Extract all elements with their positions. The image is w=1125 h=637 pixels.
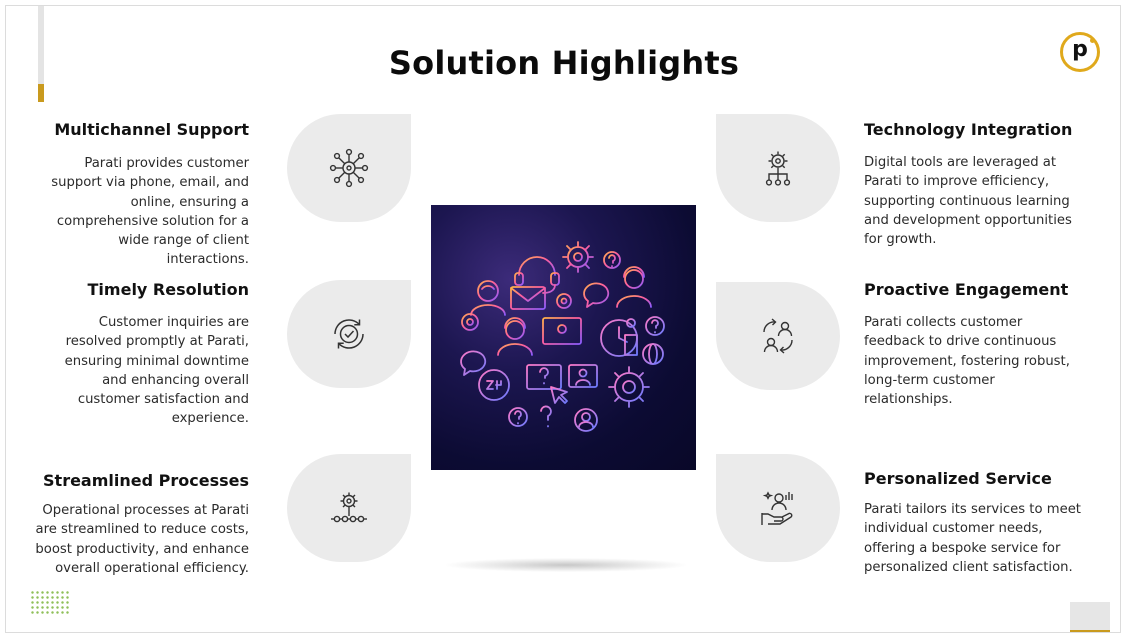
gear-workflow-icon <box>331 492 367 523</box>
logo-dot <box>1090 38 1095 43</box>
left-item-title-2: Timely Resolution <box>87 280 249 299</box>
decor-bar-gold <box>38 84 44 102</box>
check-cycle-icon <box>334 319 364 349</box>
customer-service-illustration <box>431 205 696 470</box>
leaf-multichannel <box>287 114 411 222</box>
leaf-timely <box>287 280 411 388</box>
right-item-title-1: Technology Integration <box>864 120 1073 139</box>
decor-dot-grid <box>30 590 70 616</box>
right-item-text-3: Parati tailors its services to meet indi… <box>864 502 1081 575</box>
left-item-text-1: Parati provides customer support via pho… <box>51 156 249 268</box>
right-item-text-1: Digital tools are leveraged at Parati to… <box>864 155 1072 248</box>
right-item-text-2: Parati collects customer feedback to dri… <box>864 315 1070 408</box>
left-item-title-3: Streamlined Processes <box>43 471 249 490</box>
hand-person-icon <box>761 491 793 525</box>
leaf-personalized <box>716 454 840 562</box>
image-shadow <box>446 558 686 572</box>
left-item-title-1: Multichannel Support <box>54 120 249 139</box>
parati-logo-icon: p <box>1060 32 1100 72</box>
right-item-title-3: Personalized Service <box>864 469 1052 488</box>
people-exchange-icon <box>763 318 793 354</box>
left-item-text-3: Operational processes at Parati are stre… <box>35 503 249 576</box>
left-item-text-2: Customer inquiries are resolved promptly… <box>64 315 249 427</box>
network-hub-icon <box>329 148 369 188</box>
leaf-streamlined <box>287 454 411 562</box>
slide: Solution Highlights p Multichannel Suppo… <box>5 5 1121 633</box>
right-item-title-2: Proactive Engagement <box>864 280 1069 299</box>
slide-title: Solution Highlights <box>388 44 740 82</box>
gear-network-icon <box>765 151 791 186</box>
decor-corner-box <box>1070 602 1110 630</box>
service-icons-collage <box>460 241 665 432</box>
decor-corner-gold <box>1070 630 1110 632</box>
leaf-technology <box>716 114 840 222</box>
leaf-proactive <box>716 282 840 390</box>
